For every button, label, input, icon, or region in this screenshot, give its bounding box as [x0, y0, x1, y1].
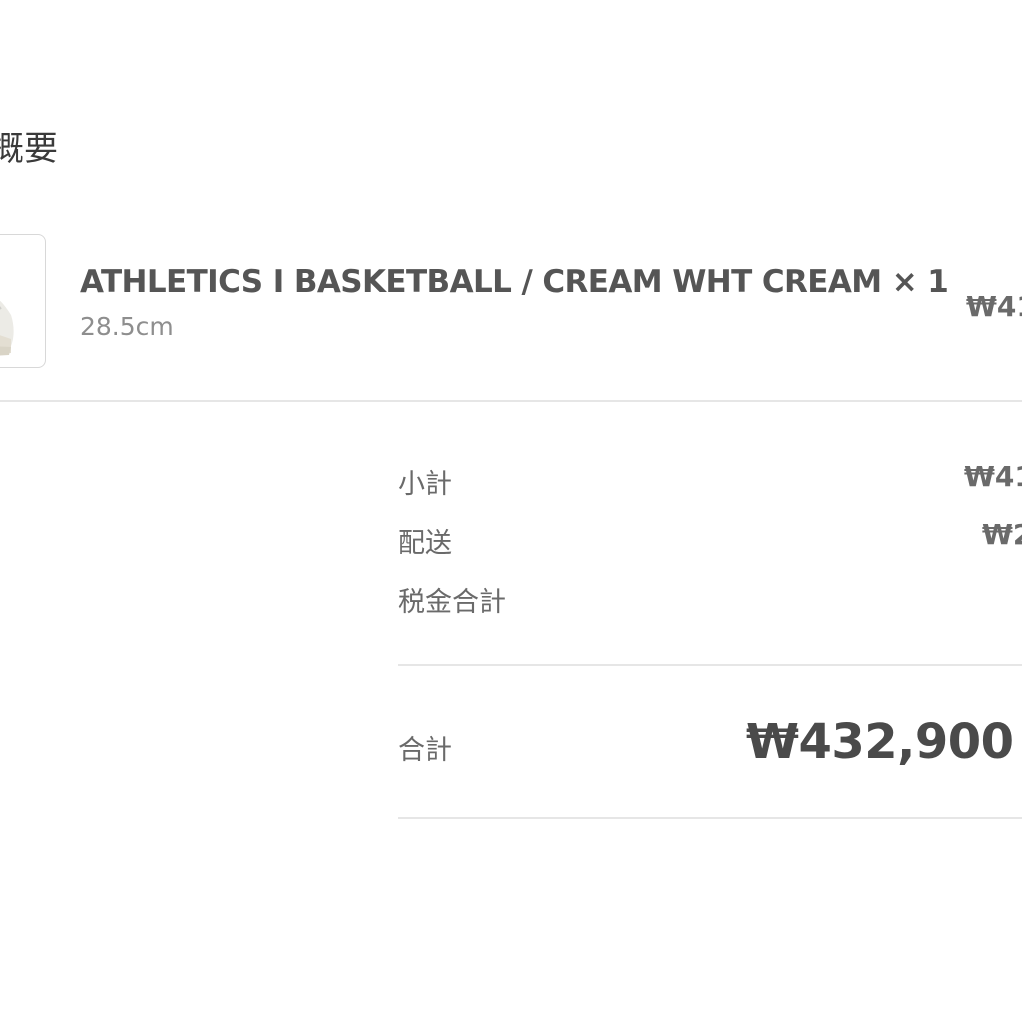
- item-name: ATHLETICS I BASKETBALL / CREAM WHT CREAM…: [80, 264, 949, 300]
- total-value: ₩432,900 K: [746, 714, 1022, 770]
- shoe-image: [0, 300, 14, 356]
- item-divider: [0, 400, 1022, 402]
- item-price: ₩41: [966, 290, 1022, 323]
- summary-title: 概要: [0, 129, 58, 169]
- order-summary-page: 概要 ATHLETICS I BASKETBALL / CREAM WHT CR…: [0, 0, 1022, 1022]
- product-thumbnail: [0, 234, 46, 368]
- shipping-value: ₩2: [982, 518, 1022, 551]
- subtotal-label: 小計: [398, 469, 452, 500]
- totals-divider: [398, 664, 1022, 666]
- subtotal-value: ₩41: [964, 460, 1022, 493]
- tax-label: 税金合計: [398, 587, 506, 618]
- shipping-label: 配送: [398, 528, 452, 559]
- bottom-divider: [398, 817, 1022, 819]
- item-variant: 28.5cm: [80, 312, 174, 341]
- total-label: 合計: [398, 735, 452, 766]
